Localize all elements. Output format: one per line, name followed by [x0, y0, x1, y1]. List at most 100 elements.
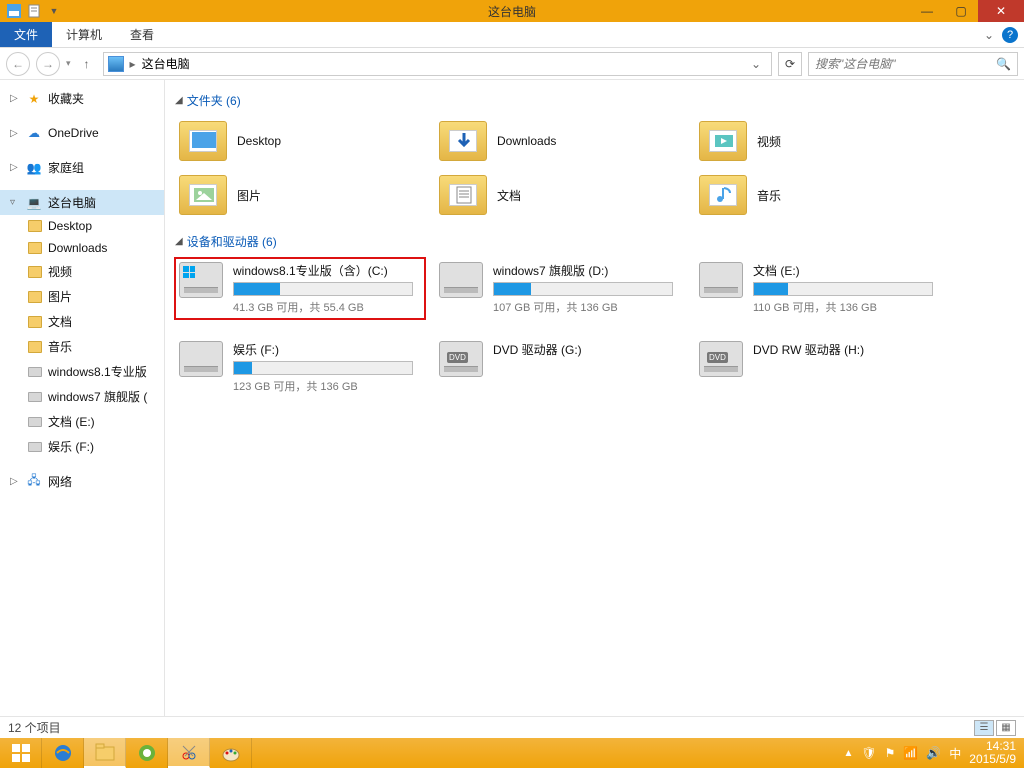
cloud-icon: ☁ [26, 125, 42, 141]
properties-icon[interactable] [26, 3, 42, 19]
history-dropdown-icon[interactable]: ▾ [66, 58, 71, 69]
sidebar-item-music[interactable]: 音乐 [0, 334, 164, 359]
item-count: 12 个项目 [8, 719, 61, 736]
ribbon-expand-icon[interactable]: ⌄ [984, 28, 994, 42]
tray-overflow-icon[interactable]: ▲ [843, 748, 853, 759]
tray-clock[interactable]: 14:31 2015/5/9 [969, 740, 1016, 766]
sidebar-item-drive-f[interactable]: 娱乐 (F:) [0, 434, 164, 459]
tray-ime-icon[interactable]: 中 [949, 745, 961, 762]
folder-icon [28, 242, 42, 254]
taskbar-app-1[interactable] [126, 738, 168, 768]
group-header-drives[interactable]: ◢设备和驱动器 (6) [175, 233, 1014, 250]
folder-music[interactable]: 音乐 [695, 171, 945, 219]
sidebar-homegroup[interactable]: ▷👥家庭组 [0, 155, 164, 180]
drive-icon [28, 392, 42, 402]
drive-tile[interactable]: DVD 驱动器 (G:) [435, 337, 685, 398]
maximize-button[interactable]: ▢ [944, 0, 978, 22]
folder-pictures[interactable]: 图片 [175, 171, 425, 219]
tray-volume-icon[interactable]: 🔊 [926, 746, 941, 760]
tray-flag-icon[interactable]: ⚑ [885, 746, 896, 760]
drive-status: 110 GB 可用，共 136 GB [753, 299, 941, 315]
drive-icon [28, 367, 42, 377]
drive-info: DVD RW 驱动器 (H:) [753, 341, 941, 394]
folders-grid: DesktopDownloads视频图片 文档 音乐 [175, 117, 1014, 219]
forward-button[interactable]: → [36, 52, 60, 76]
tray-network-icon[interactable]: 📶 [903, 746, 918, 760]
qat-dropdown-icon[interactable]: ▼ [46, 3, 62, 19]
refresh-button[interactable]: ⟳ [778, 52, 802, 76]
folder-desktop[interactable]: Desktop [175, 117, 425, 165]
close-button[interactable]: ✕ [978, 0, 1024, 22]
drive-tile[interactable]: DVD RW 驱动器 (H:) [695, 337, 945, 398]
ribbon: 文件 计算机 查看 ⌄ ? [0, 22, 1024, 48]
up-button[interactable]: ↑ [77, 54, 97, 74]
drive-icon [439, 262, 483, 298]
folder-icon [28, 291, 42, 303]
folder-icon [699, 175, 747, 215]
sidebar-thispc[interactable]: ▿💻这台电脑 [0, 190, 164, 215]
tray-shield-icon[interactable]: 🛡 [861, 746, 876, 760]
network-icon: 🖧 [26, 474, 42, 490]
sidebar-item-drive-d[interactable]: windows7 旗舰版 ( [0, 384, 164, 409]
view-details-button[interactable]: ☰ [974, 720, 994, 736]
drive-tile[interactable]: 文档 (E:)110 GB 可用，共 136 GB [695, 258, 945, 319]
drive-tile[interactable]: 娱乐 (F:)123 GB 可用，共 136 GB [175, 337, 425, 398]
tab-computer[interactable]: 计算机 [52, 22, 116, 47]
drive-icon [439, 341, 483, 377]
taskbar-ie-button[interactable] [42, 738, 84, 768]
view-buttons: ☰ ▦ [974, 720, 1016, 736]
homegroup-icon: 👥 [26, 160, 42, 176]
folder-video[interactable]: 视频 [695, 117, 945, 165]
search-box[interactable]: 🔍 [808, 52, 1018, 76]
folder-label: 音乐 [757, 187, 781, 204]
drive-icon [28, 442, 42, 452]
drive-tile[interactable]: windows7 旗舰版 (D:)107 GB 可用，共 136 GB [435, 258, 685, 319]
folder-label: 图片 [237, 187, 261, 204]
system-tray: ▲ 🛡 ⚑ 📶 🔊 中 14:31 2015/5/9 [835, 738, 1024, 768]
taskbar-explorer-button[interactable] [84, 738, 126, 768]
sidebar-network[interactable]: ▷🖧网络 [0, 469, 164, 494]
folder-icon [179, 121, 227, 161]
drive-status: 41.3 GB 可用，共 55.4 GB [233, 299, 421, 315]
drive-name: DVD 驱动器 (G:) [493, 341, 681, 358]
drive-icon [28, 417, 42, 427]
tab-view[interactable]: 查看 [116, 22, 168, 47]
sidebar-favorites[interactable]: ▷★收藏夹 [0, 86, 164, 111]
drive-capacity-bar [233, 282, 413, 296]
drive-capacity-bar [493, 282, 673, 296]
address-dropdown-icon[interactable]: ⌄ [745, 57, 767, 71]
drive-info: 娱乐 (F:)123 GB 可用，共 136 GB [233, 341, 421, 394]
help-icon[interactable]: ? [1002, 27, 1018, 43]
sidebar-item-downloads[interactable]: Downloads [0, 237, 164, 259]
address-bar[interactable]: ▸ 这台电脑 ⌄ [103, 52, 772, 76]
collapse-icon: ◢ [175, 95, 183, 106]
window-controls: — ▢ ✕ [910, 0, 1024, 22]
group-header-folders[interactable]: ◢文件夹 (6) [175, 92, 1014, 109]
drive-info: DVD 驱动器 (G:) [493, 341, 681, 394]
folder-downloads[interactable]: Downloads [435, 117, 685, 165]
sidebar-item-drive-c[interactable]: windows8.1专业版 [0, 359, 164, 384]
minimize-button[interactable]: — [910, 0, 944, 22]
search-input[interactable] [815, 57, 996, 71]
drive-tile[interactable]: windows8.1专业版（含）(C:)41.3 GB 可用，共 55.4 GB [175, 258, 425, 319]
quick-access-toolbar: ▼ [0, 3, 68, 19]
file-tab[interactable]: 文件 [0, 22, 52, 47]
view-tiles-button[interactable]: ▦ [996, 720, 1016, 736]
start-button[interactable] [0, 738, 42, 768]
breadcrumb-sep-icon: ▸ [130, 57, 136, 71]
taskbar-snip-button[interactable] [168, 738, 210, 768]
navigation-pane: ▷★收藏夹 ▷☁OneDrive ▷👥家庭组 ▿💻这台电脑 Desktop Do… [0, 80, 165, 716]
folder-icon [28, 266, 42, 278]
sidebar-item-pictures[interactable]: 图片 [0, 284, 164, 309]
sidebar-item-drive-e[interactable]: 文档 (E:) [0, 409, 164, 434]
back-button[interactable]: ← [6, 52, 30, 76]
sidebar-onedrive[interactable]: ▷☁OneDrive [0, 121, 164, 145]
sidebar-item-desktop[interactable]: Desktop [0, 215, 164, 237]
sidebar-item-videos[interactable]: 视频 [0, 259, 164, 284]
taskbar-paint-button[interactable] [210, 738, 252, 768]
drive-name: DVD RW 驱动器 (H:) [753, 341, 941, 358]
sidebar-item-documents[interactable]: 文档 [0, 309, 164, 334]
folder-docs[interactable]: 文档 [435, 171, 685, 219]
drive-info: windows8.1专业版（含）(C:)41.3 GB 可用，共 55.4 GB [233, 262, 421, 315]
breadcrumb-location[interactable]: 这台电脑 [142, 55, 190, 72]
